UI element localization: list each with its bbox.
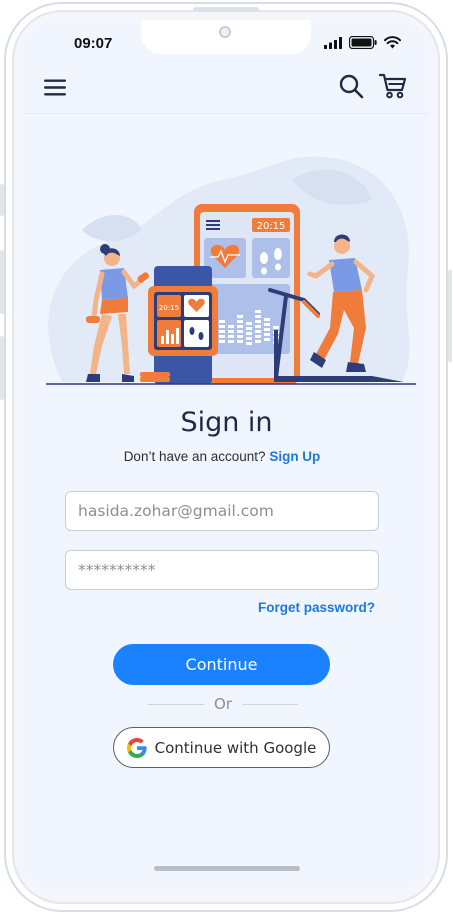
google-logo-icon [126,737,147,758]
illustration-watch-time: 20:15 [159,304,179,312]
google-signin-label: Continue with Google [154,738,317,757]
status-time: 09:07 [74,35,113,52]
continue-button-label: Continue [185,655,258,674]
forgot-password-link[interactable]: Forget password? [200,600,375,615]
cellular-signal-icon [324,36,342,49]
divider-line-left [148,703,205,705]
speaker-grille [193,7,259,12]
google-signin-button[interactable]: Continue with Google [113,727,330,768]
notch [141,20,311,54]
email-value: hasida.zohar@gmail.com [78,502,274,520]
illustration-phone-time: 20:15 [257,221,286,232]
search-icon[interactable] [337,72,365,100]
or-divider: Or [148,694,299,714]
camera-icon [219,26,231,38]
side-button-silent [0,184,4,216]
signup-prompt: Don’t have an account? Sign Up [0,449,444,464]
divider-line-right [242,703,299,705]
battery-icon [349,36,377,49]
or-label: Or [214,695,232,713]
wifi-icon [384,36,401,49]
cart-icon[interactable] [378,72,408,100]
continue-button[interactable]: Continue [113,644,330,685]
hamburger-menu-icon[interactable] [42,75,68,99]
email-field[interactable]: hasida.zohar@gmail.com [65,491,379,531]
signup-link[interactable]: Sign Up [269,449,320,464]
side-button-volume-down [0,336,4,400]
side-button-power [448,270,452,362]
password-value: ********** [78,561,156,579]
fitness-illustration: 20:15 20:15 [46,156,416,385]
side-button-volume-up [0,250,4,314]
page-title: Sign in [180,407,273,438]
app-header [24,62,428,114]
status-icons [324,36,401,49]
no-account-text: Don’t have an account? [123,449,266,464]
home-indicator[interactable] [154,866,300,871]
password-field[interactable]: ********** [65,550,379,590]
